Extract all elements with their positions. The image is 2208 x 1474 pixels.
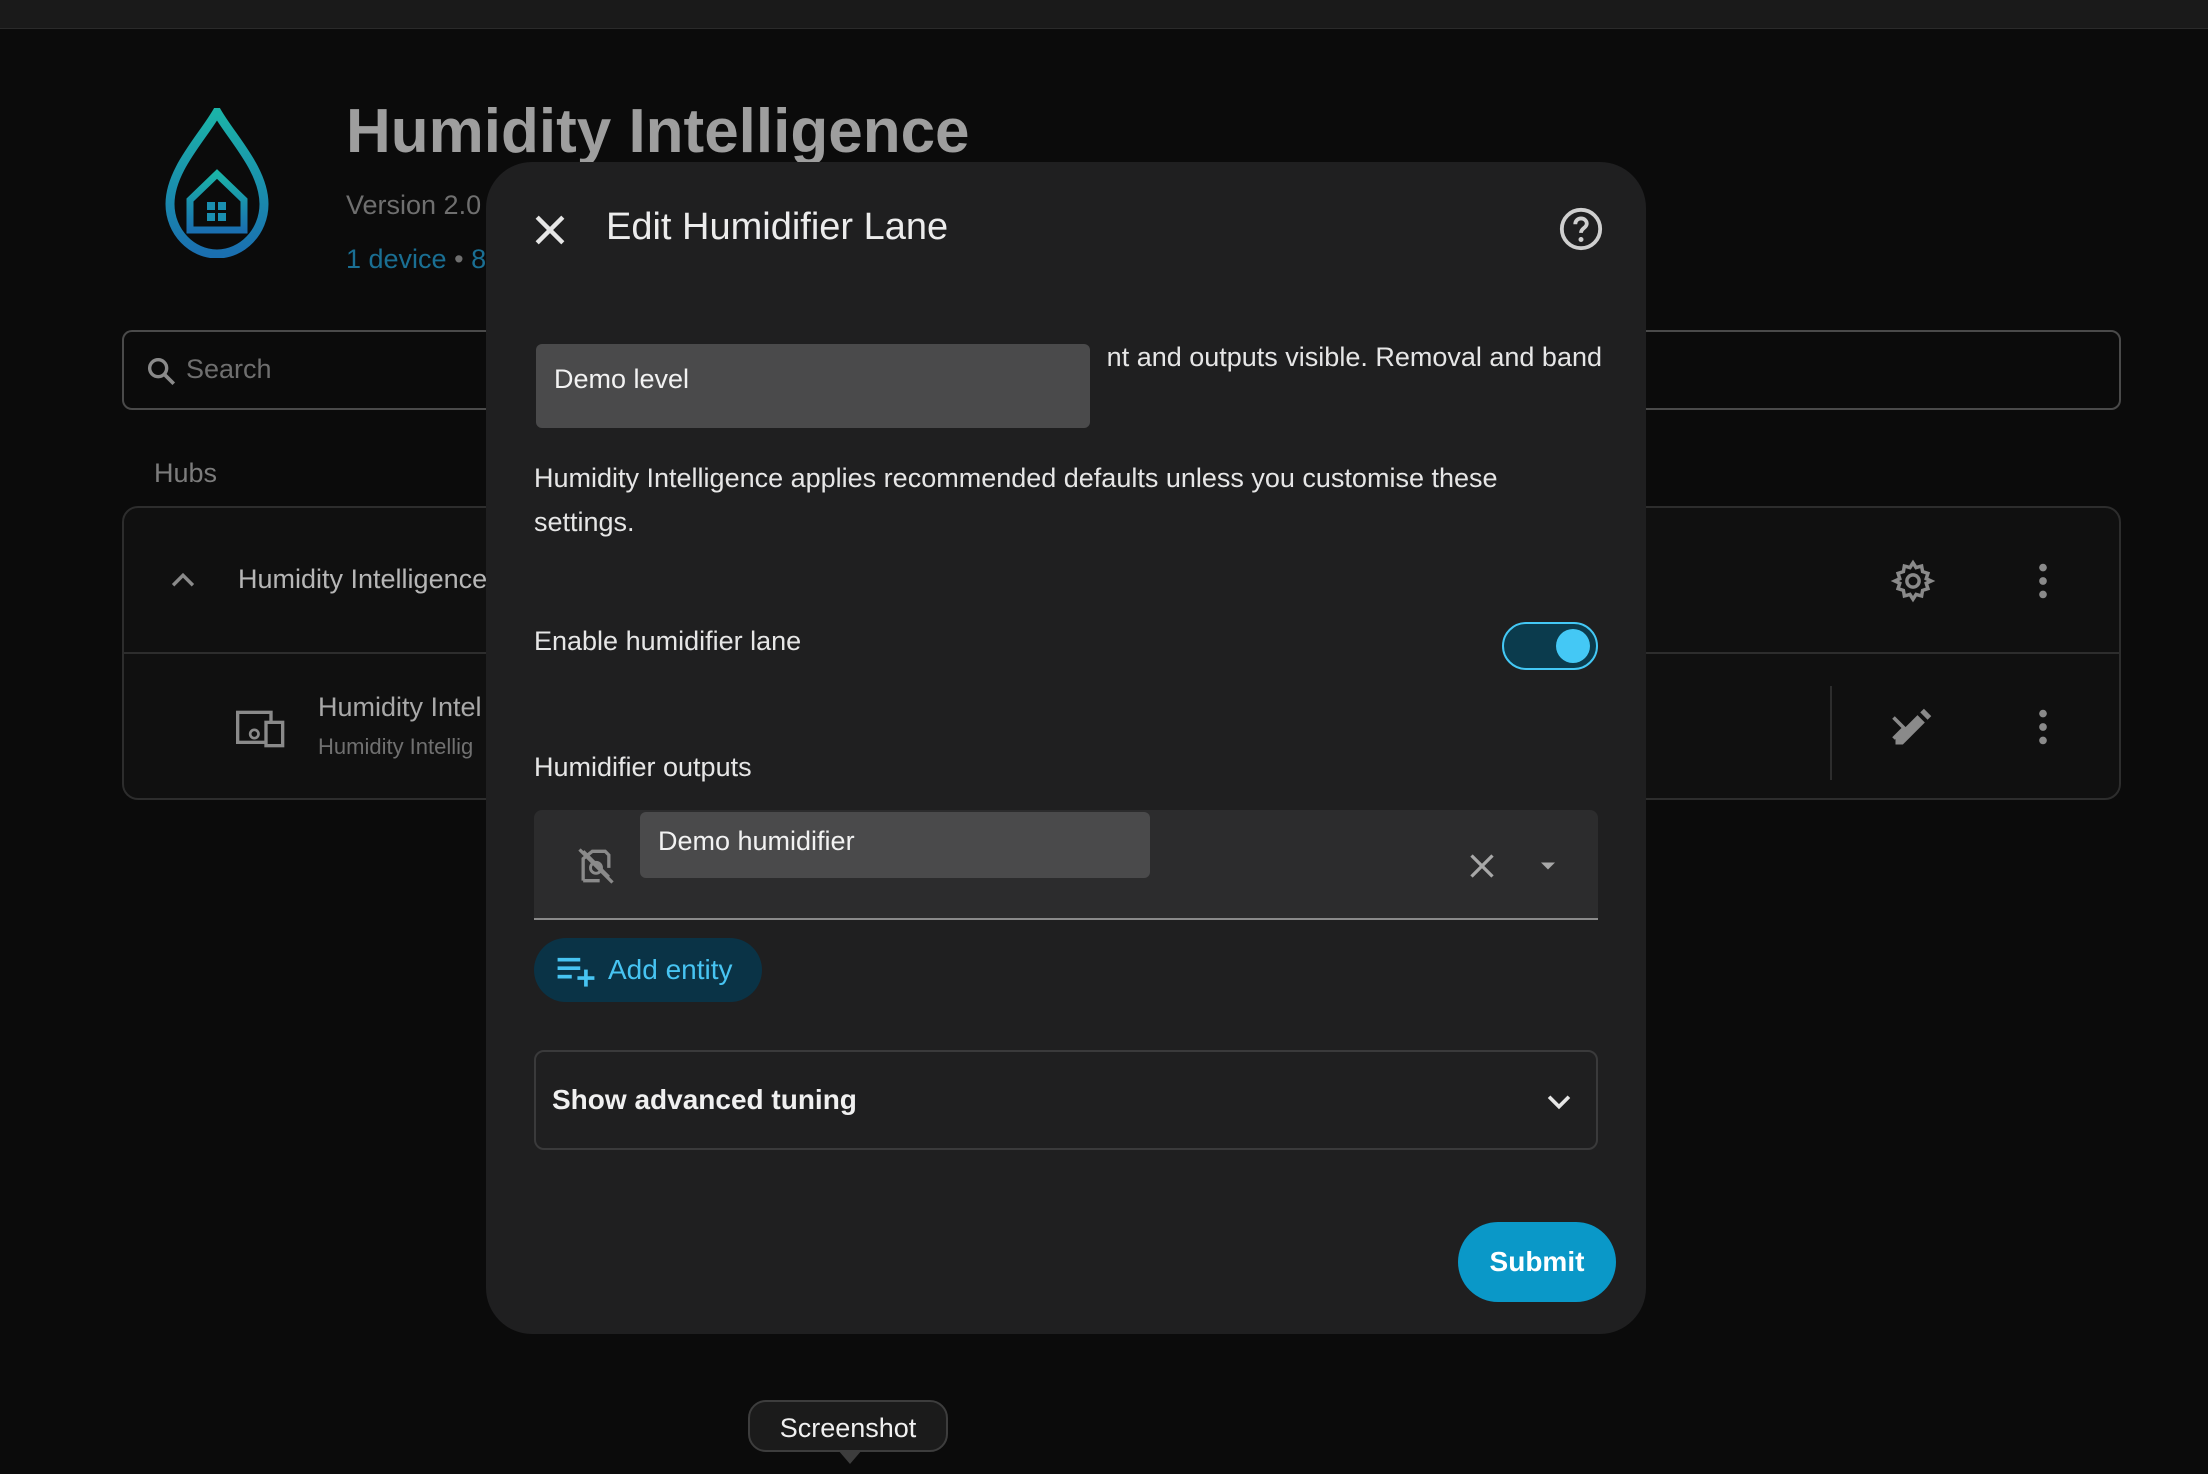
app-links: 1 device • 8: [346, 244, 486, 275]
add-entity-label: Add entity: [608, 954, 733, 985]
device-subtitle: Humidity Intellig: [318, 734, 474, 759]
entity-count-link[interactable]: 8: [471, 244, 486, 274]
device-name: Humidity Intel: [318, 692, 482, 722]
advanced-tuning-label: Show advanced tuning: [552, 1084, 857, 1115]
close-icon[interactable]: [528, 208, 572, 252]
show-advanced-tuning-expander[interactable]: Show advanced tuning: [534, 1050, 1598, 1150]
toggle-knob: [1556, 629, 1590, 663]
device-count-link[interactable]: 1 device: [346, 244, 447, 274]
search-placeholder: Search: [186, 354, 272, 384]
enable-humidifier-lane-label: Enable humidifier lane: [534, 626, 802, 656]
screenshot-tooltip: Screenshot: [748, 1400, 948, 1452]
search-icon: [147, 357, 176, 386]
devices-icon: [236, 710, 285, 748]
hub-name: Humidity Intelligence: [238, 564, 488, 594]
section-label-hubs: Hubs: [154, 458, 218, 488]
dialog-title: Edit Humidifier Lane: [606, 206, 949, 248]
tooltip-demo-humidifier: Demo humidifier: [640, 812, 1150, 878]
top-bar: [0, 0, 2208, 29]
entity-unavailable-icon: [578, 848, 614, 884]
caret-down-icon[interactable]: [1534, 852, 1562, 880]
submit-button[interactable]: Submit: [1458, 1222, 1616, 1302]
humidifier-outputs-label: Humidifier outputs: [534, 752, 752, 782]
playlist-plus-icon: [557, 957, 595, 987]
pencil-icon[interactable]: [1890, 706, 1934, 750]
tooltip-demo-level-text: Demo level: [554, 364, 690, 394]
add-entity-button[interactable]: Add entity: [534, 938, 762, 1002]
gear-icon[interactable]: [1890, 558, 1936, 604]
humidity-drop-logo-icon: [165, 108, 269, 258]
app-version: Version 2.0: [346, 190, 482, 220]
more-vertical-icon[interactable]: [2020, 558, 2066, 604]
tooltip-demo-level: Demo level: [536, 344, 1090, 428]
edit-humidifier-lane-dialog: Edit Humidifier Lane nt and outputs visi…: [486, 162, 1646, 1334]
tooltip-demo-humidifier-text: Demo humidifier: [658, 826, 855, 856]
enable-humidifier-lane-toggle[interactable]: [1502, 622, 1598, 670]
chevron-down-icon[interactable]: [1542, 1084, 1576, 1118]
more-vertical-icon[interactable]: [2020, 704, 2066, 750]
chevron-up-icon[interactable]: [166, 564, 200, 598]
links-separator: •: [454, 244, 464, 274]
tooltip-arrow: [838, 1450, 862, 1464]
divider: [1830, 686, 1832, 780]
description-paragraph: Humidity Intelligence applies recommende…: [534, 463, 1498, 537]
submit-label: Submit: [1489, 1246, 1585, 1277]
help-circle-icon[interactable]: [1558, 206, 1604, 252]
app-title: Humidity Intelligence: [346, 97, 970, 166]
screenshot-tooltip-text: Screenshot: [779, 1413, 917, 1443]
clear-icon[interactable]: [1464, 848, 1500, 884]
